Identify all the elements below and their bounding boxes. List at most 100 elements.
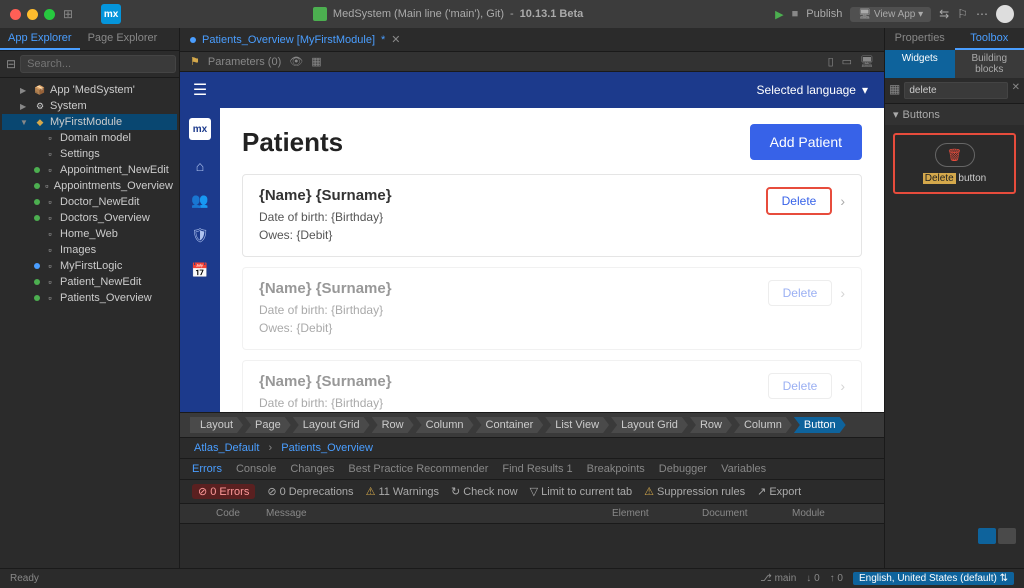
hamburger-icon[interactable]: ☰ — [193, 80, 207, 100]
tree-item[interactable]: ▫Settings — [2, 146, 177, 162]
list-item[interactable]: {Name} {Surname} Date of birth: {Birthda… — [242, 174, 862, 257]
tree-item[interactable]: ▫Home_Web — [2, 226, 177, 242]
bottom-tab[interactable]: Debugger — [659, 463, 707, 475]
export-button[interactable]: ↗ Export — [757, 484, 801, 499]
add-patient-button[interactable]: Add Patient — [750, 124, 862, 160]
minimize-window[interactable] — [27, 9, 38, 20]
eye-icon[interactable]: 👁 — [289, 55, 303, 68]
chevron-down-icon[interactable]: ▾ — [862, 83, 868, 97]
breadcrumb-item[interactable]: Page — [245, 417, 291, 433]
chevron-right-icon[interactable]: › — [840, 285, 845, 301]
maximize-window[interactable] — [44, 9, 55, 20]
tree-item[interactable]: ▫Appointments_Overview — [2, 178, 177, 194]
file-tab[interactable]: Patients_Overview [MyFirstModule] * ✕ — [180, 28, 411, 51]
language-selector[interactable]: English, United States (default) ⇅ — [853, 572, 1014, 585]
sync-down[interactable]: ↓ 0 — [806, 573, 819, 584]
bottom-tab[interactable]: Changes — [290, 463, 334, 475]
filter-icon[interactable]: ▦ — [889, 82, 900, 99]
view-list-icon[interactable] — [998, 528, 1016, 544]
users-icon[interactable]: 👥 — [191, 192, 208, 209]
limit-tab-toggle[interactable]: ▽ Limit to current tab — [530, 484, 633, 499]
view-grid-icon[interactable] — [978, 528, 996, 544]
delete-button[interactable]: Delete — [768, 373, 833, 399]
list-item[interactable]: {Name} {Surname} Date of birth: {Birthda… — [242, 267, 862, 350]
check-now-button[interactable]: ↻ Check now — [451, 484, 518, 499]
sync-up[interactable]: ↑ 0 — [830, 573, 843, 584]
mode-widgets[interactable]: Widgets — [885, 50, 955, 78]
tree-item[interactable]: ▫MyFirstLogic — [2, 258, 177, 274]
publish-button[interactable]: Publish — [806, 8, 842, 20]
breadcrumb-item[interactable]: Container — [476, 417, 544, 433]
tab-properties[interactable]: Properties — [885, 28, 955, 50]
warnings-count[interactable]: ⚠ 11 Warnings — [366, 484, 439, 499]
breadcrumb-item[interactable]: Layout — [190, 417, 243, 433]
list-item[interactable]: {Name} {Surname} Date of birth: {Birthda… — [242, 360, 862, 412]
toolbox-search-input[interactable] — [904, 82, 1007, 99]
tree-module[interactable]: ▼◆MyFirstModule — [2, 114, 177, 130]
bottom-tab[interactable]: Errors — [192, 463, 222, 475]
tab-toolbox[interactable]: Toolbox — [955, 28, 1024, 50]
view-app-button[interactable]: 🖥 View App ▾ — [850, 7, 931, 22]
chevron-right-icon[interactable]: › — [840, 378, 845, 394]
home-icon[interactable]: ⌂ — [196, 158, 204, 174]
errors-count[interactable]: ⊘ 0 Errors — [192, 484, 255, 499]
branch-indicator[interactable]: ⎇ main — [760, 573, 796, 584]
mode-building-blocks[interactable]: Building blocks — [955, 50, 1024, 78]
path-page[interactable]: Patients_Overview — [281, 442, 373, 454]
widget-delete-button[interactable]: 🗑 Delete button — [893, 133, 1016, 194]
tree-item[interactable]: ▫Patients_Overview — [2, 290, 177, 306]
play-icon[interactable]: ▶ — [775, 8, 783, 21]
breadcrumb-item[interactable]: Column — [734, 417, 792, 433]
breadcrumb-item[interactable]: List View — [545, 417, 609, 433]
sync-icon[interactable]: ⇆ — [939, 7, 949, 21]
bottom-tab[interactable]: Find Results 1 — [502, 463, 572, 475]
collapse-icon[interactable]: ⊟ — [6, 57, 16, 71]
canvas-area[interactable]: ☰ mx ⌂ 👥 🛡 📅 Selected language ▾ Patient… — [180, 72, 884, 412]
tree-item[interactable]: ▫Domain model — [2, 130, 177, 146]
chevron-right-icon[interactable]: › — [840, 193, 845, 209]
tree-item[interactable]: ▫Doctors_Overview — [2, 210, 177, 226]
delete-button[interactable]: Delete — [768, 280, 833, 306]
close-tab-icon[interactable]: ✕ — [391, 33, 400, 46]
bottom-tab[interactable]: Best Practice Recommender — [348, 463, 488, 475]
grid-icon[interactable]: ▦ — [311, 55, 321, 68]
cart-icon[interactable]: ⚐ — [957, 7, 968, 21]
breadcrumb-item[interactable]: Layout Grid — [293, 417, 370, 433]
delete-button[interactable]: Delete — [766, 187, 833, 215]
avatar[interactable] — [996, 5, 1014, 23]
tree-item[interactable]: ▫Images — [2, 242, 177, 258]
breadcrumb-item[interactable]: Column — [416, 417, 474, 433]
breadcrumb-item[interactable]: Row — [372, 417, 414, 433]
clear-search-icon[interactable]: ✕ — [1012, 82, 1020, 99]
widget-category-buttons[interactable]: ▾ Buttons — [885, 104, 1024, 125]
grid-icon[interactable]: ⊞ — [63, 7, 73, 21]
shield-icon[interactable]: 🛡 — [191, 227, 209, 244]
selected-language-label[interactable]: Selected language — [757, 83, 856, 97]
search-input[interactable] — [20, 55, 176, 73]
right-panel: Properties Toolbox Widgets Building bloc… — [884, 28, 1024, 568]
deprecations-count[interactable]: ⊘ 0 Deprecations — [267, 484, 353, 499]
tab-page-explorer[interactable]: Page Explorer — [80, 28, 166, 50]
tree-item[interactable]: ▫Doctor_NewEdit — [2, 194, 177, 210]
tree-app-root[interactable]: ▶📦App 'MedSystem' — [2, 82, 177, 98]
tree-system[interactable]: ▶⚙System — [2, 98, 177, 114]
more-icon[interactable]: ⋯ — [976, 7, 988, 21]
bottom-tab[interactable]: Console — [236, 463, 276, 475]
parameters-label[interactable]: Parameters (0) — [208, 56, 281, 68]
close-window[interactable] — [10, 9, 21, 20]
bottom-tab[interactable]: Variables — [721, 463, 766, 475]
device-phone-icon[interactable]: ▯ — [828, 55, 834, 68]
stop-icon[interactable]: ■ — [792, 8, 799, 20]
tree-item[interactable]: ▫Appointment_NewEdit — [2, 162, 177, 178]
bottom-tab[interactable]: Breakpoints — [587, 463, 645, 475]
device-tablet-icon[interactable]: ▭ — [842, 55, 852, 68]
calendar-icon[interactable]: 📅 — [191, 262, 208, 279]
suppression-button[interactable]: ⚠ Suppression rules — [644, 484, 745, 499]
breadcrumb-item[interactable]: Layout Grid — [611, 417, 688, 433]
tree-item[interactable]: ▫Patient_NewEdit — [2, 274, 177, 290]
tab-app-explorer[interactable]: App Explorer — [0, 28, 80, 50]
breadcrumb-item[interactable]: Button — [794, 417, 846, 433]
breadcrumb-item[interactable]: Row — [690, 417, 732, 433]
device-desktop-icon[interactable]: 🖥 — [860, 55, 874, 68]
path-layout[interactable]: Atlas_Default — [194, 442, 259, 454]
